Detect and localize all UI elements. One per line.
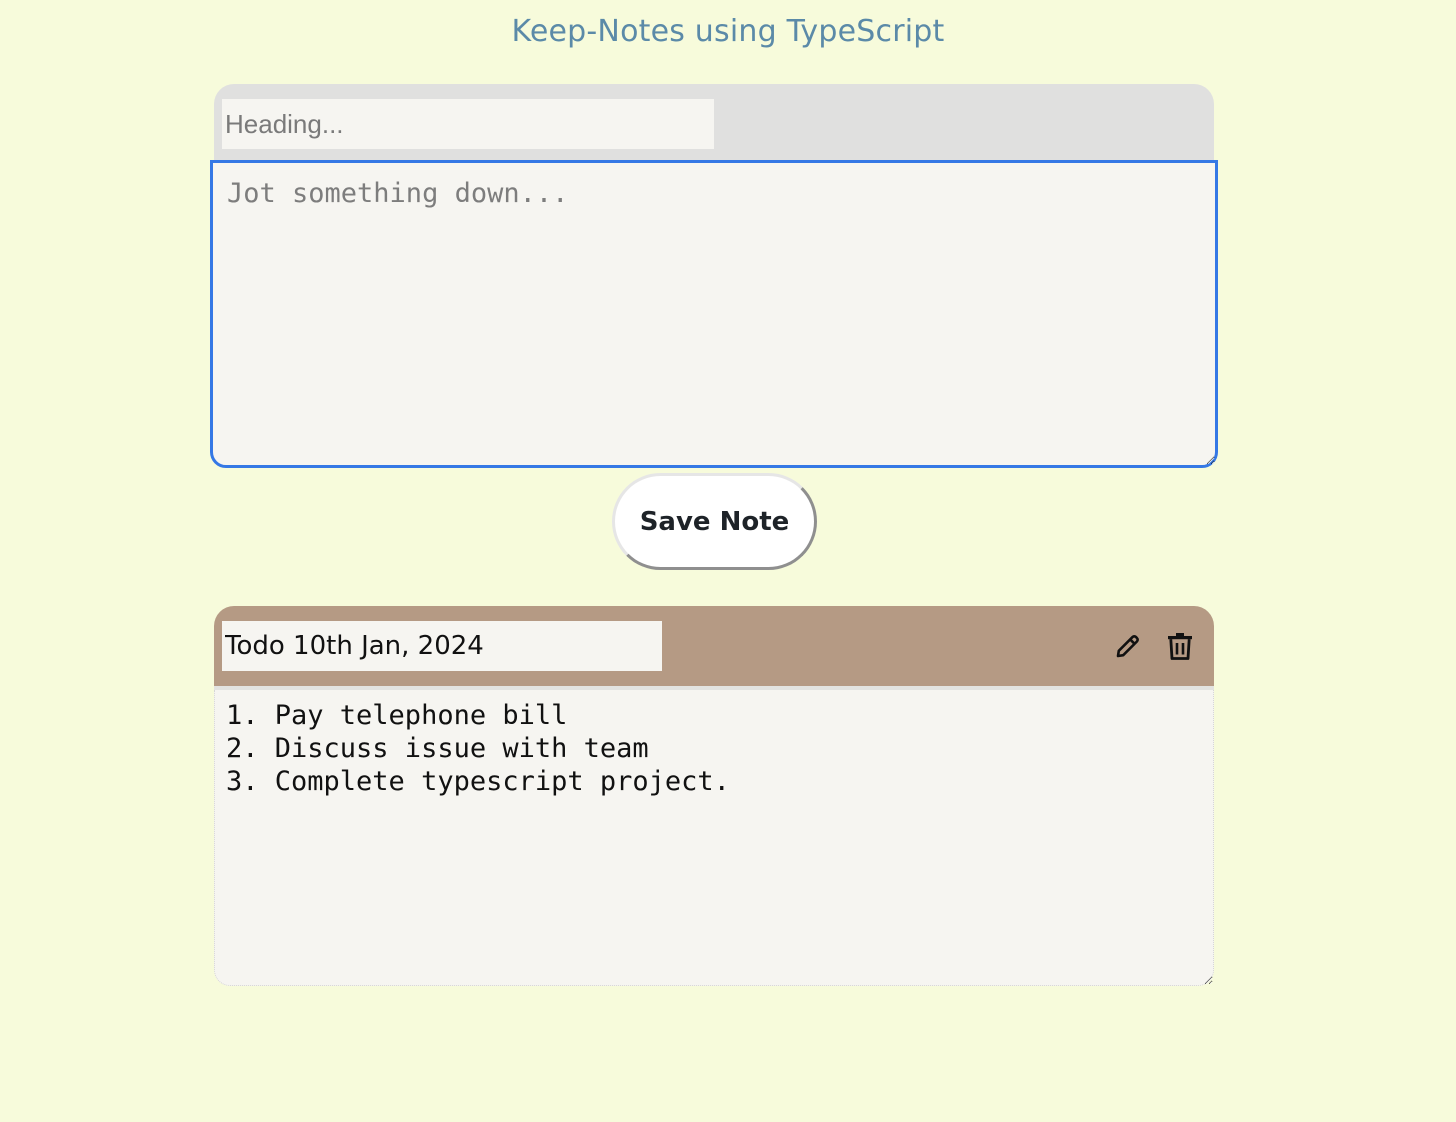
save-note-button[interactable]: Save Note <box>612 473 817 570</box>
note-title-input[interactable] <box>222 621 662 671</box>
edit-note-button[interactable] <box>1110 628 1146 664</box>
delete-note-button[interactable] <box>1162 628 1198 664</box>
note-card-body[interactable]: 1. Pay telephone bill 2. Discuss issue w… <box>214 690 1214 986</box>
note-body-textarea[interactable] <box>210 160 1218 468</box>
trash-icon <box>1168 633 1192 660</box>
composer-header <box>214 84 1214 160</box>
note-card-header <box>214 606 1214 686</box>
heading-input[interactable] <box>222 99 714 149</box>
page-title: Keep-Notes using TypeScript <box>511 14 945 49</box>
pencil-icon <box>1116 635 1139 658</box>
